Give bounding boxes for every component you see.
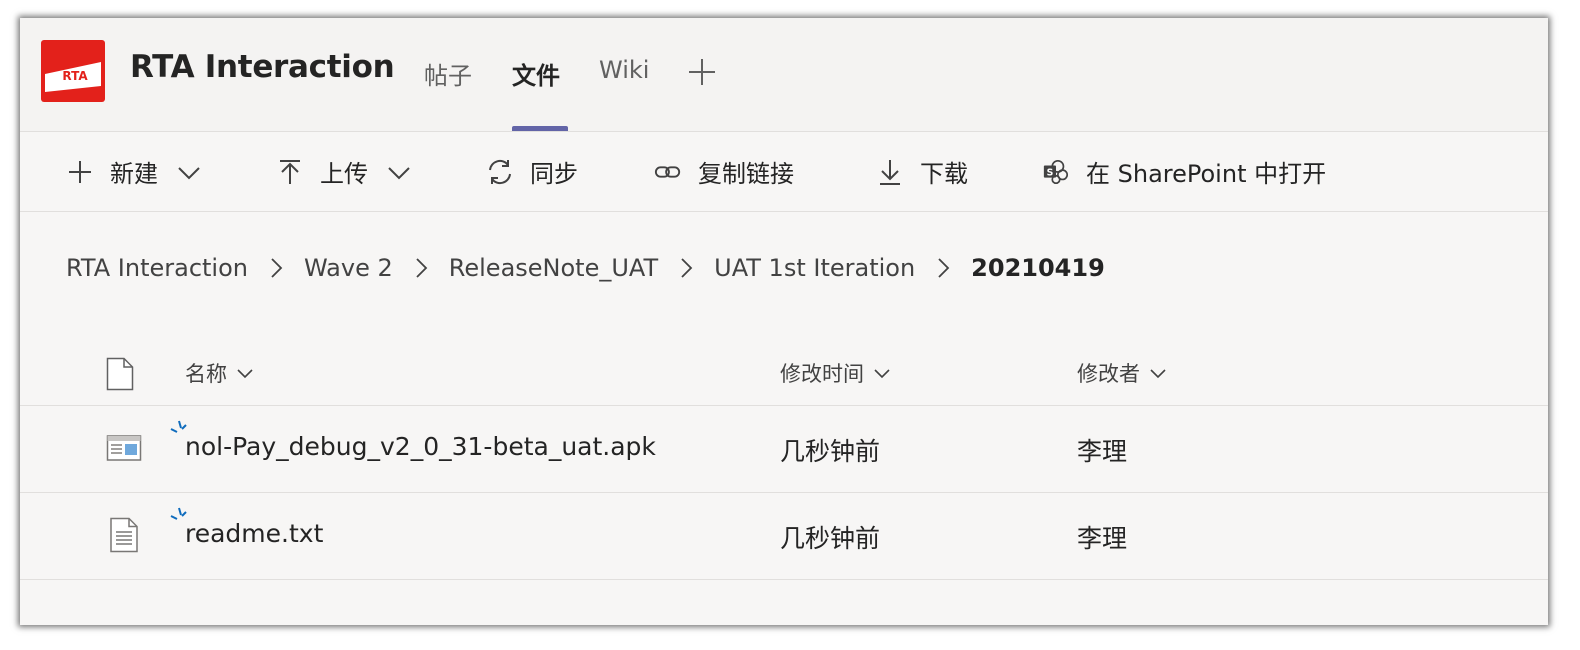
tab-posts[interactable]: 帖子 — [424, 56, 472, 91]
apk-file-icon — [106, 435, 142, 461]
plus-icon — [689, 59, 715, 85]
download-label: 下载 — [920, 160, 968, 188]
modified-time: 几秒钟前 — [780, 524, 881, 553]
new-label: 新建 — [110, 160, 158, 188]
table-row[interactable]: nol-Pay_debug_v2_0_31-beta_uat.apk 几秒钟前 … — [20, 406, 1548, 492]
download-icon — [876, 158, 904, 186]
open-in-sharepoint-label: 在 SharePoint 中打开 — [1086, 160, 1327, 188]
add-tab-button[interactable] — [686, 56, 718, 88]
chevron-down-icon — [178, 166, 200, 179]
chevron-right-icon — [416, 258, 428, 278]
chevron-down-icon — [874, 369, 890, 379]
breadcrumb-item[interactable]: RTA Interaction — [66, 254, 248, 282]
copy-link-button[interactable]: 复制链接 — [654, 132, 794, 211]
chevron-down-icon — [388, 166, 410, 179]
modified-by: 李理 — [1077, 524, 1128, 553]
chevron-down-icon — [237, 369, 253, 379]
file-type-column-icon[interactable] — [106, 357, 134, 391]
open-in-sharepoint-button[interactable]: S 在 SharePoint 中打开 — [1042, 132, 1326, 211]
chevron-right-icon — [271, 258, 283, 278]
breadcrumb-item[interactable]: Wave 2 — [304, 254, 393, 282]
sync-icon — [486, 158, 514, 186]
copy-link-label: 复制链接 — [698, 160, 794, 188]
tab-files[interactable]: 文件 — [512, 56, 560, 91]
chevron-right-icon — [681, 258, 693, 278]
file-name[interactable]: nol-Pay_debug_v2_0_31-beta_uat.apk — [185, 432, 656, 461]
modified-by-column-label: 修改者 — [1077, 362, 1140, 386]
chevron-right-icon — [938, 258, 950, 278]
modified-time: 几秒钟前 — [780, 437, 881, 466]
table-row[interactable]: readme.txt 几秒钟前 李理 — [20, 493, 1548, 579]
teams-files-window: RTA RTA Interaction 帖子 文件 Wiki 新建 上传 同步 … — [20, 18, 1548, 625]
name-column-label: 名称 — [185, 362, 227, 386]
modified-by-column-header[interactable]: 修改者 — [1077, 358, 1168, 388]
modified-by: 李理 — [1077, 437, 1128, 466]
modified-column-label: 修改时间 — [780, 362, 864, 386]
link-icon — [654, 158, 682, 186]
download-button[interactable]: 下载 — [876, 132, 968, 211]
team-title: RTA Interaction — [130, 49, 395, 85]
row-divider — [20, 579, 1548, 580]
new-button[interactable]: 新建 — [66, 132, 202, 211]
active-tab-indicator — [512, 126, 568, 131]
tab-wiki[interactable]: Wiki — [599, 56, 649, 84]
channel-header: RTA RTA Interaction 帖子 文件 Wiki — [20, 18, 1548, 132]
breadcrumb-current-folder: 20210419 — [971, 254, 1105, 282]
name-column-header[interactable]: 名称 — [185, 358, 255, 388]
plus-icon — [66, 158, 94, 186]
team-logo: RTA — [41, 40, 105, 102]
breadcrumb: RTA Interaction Wave 2 ReleaseNote_UAT U… — [66, 252, 1105, 284]
upload-icon — [276, 158, 304, 186]
sync-button[interactable]: 同步 — [486, 132, 578, 211]
text-file-icon — [110, 517, 138, 553]
command-bar: 新建 上传 同步 复制链接 下载 S 在 SharePoint 中打开 — [20, 132, 1548, 212]
sync-label: 同步 — [530, 160, 578, 188]
file-name[interactable]: readme.txt — [185, 519, 323, 548]
upload-button[interactable]: 上传 — [276, 132, 412, 211]
modified-column-header[interactable]: 修改时间 — [780, 358, 892, 388]
svg-text:RTA: RTA — [62, 69, 88, 83]
upload-label: 上传 — [320, 160, 368, 188]
svg-text:S: S — [1047, 167, 1054, 178]
breadcrumb-item[interactable]: ReleaseNote_UAT — [449, 254, 658, 282]
sharepoint-icon: S — [1042, 158, 1070, 186]
breadcrumb-item[interactable]: UAT 1st Iteration — [714, 254, 915, 282]
chevron-down-icon — [1150, 369, 1166, 379]
